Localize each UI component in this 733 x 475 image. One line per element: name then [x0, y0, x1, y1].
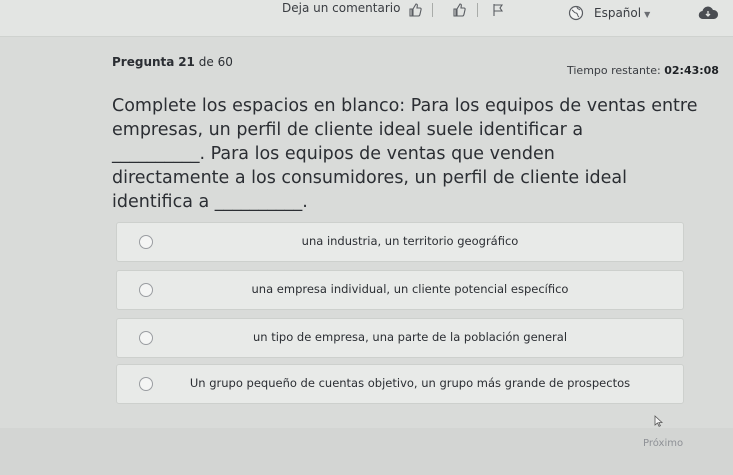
thumbs-up-icon[interactable]: [407, 2, 423, 18]
prompt-line: Complete los espacios en blanco: Para lo…: [112, 96, 698, 116]
flag-icon[interactable]: [490, 2, 506, 18]
answer-option-label: Un grupo pequeño de cuentas objetivo, un…: [189, 376, 631, 390]
chevron-down-icon: ▼: [644, 10, 651, 19]
thumbs-up-outline-icon[interactable]: [451, 2, 467, 18]
question-prompt: Complete los espacios en blanco: Para lo…: [112, 94, 702, 214]
question-prefix: Pregunta: [112, 55, 175, 69]
question-number: Pregunta 21 de 60: [112, 55, 233, 69]
toolbar-divider: [432, 3, 433, 17]
prompt-line: directamente a los consumidores, un perf…: [112, 168, 627, 188]
prompt-line: empresas, un perfil de cliente ideal sue…: [112, 120, 584, 140]
globe-icon[interactable]: [568, 5, 584, 21]
answer-option-label: una empresa individual, un cliente poten…: [251, 282, 569, 296]
answer-option-4[interactable]: Un grupo pequeño de cuentas objetivo, un…: [116, 364, 684, 404]
radio-button[interactable]: [139, 331, 153, 345]
question-current: 21: [178, 55, 195, 69]
answer-option-1[interactable]: una industria, un territorio geográfico: [116, 222, 684, 262]
timer-label: Tiempo restante:: [567, 64, 661, 77]
radio-button[interactable]: [139, 235, 153, 249]
answer-option-label: un tipo de empresa, una parte de la pobl…: [252, 330, 568, 344]
time-remaining: Tiempo restante: 02:43:08: [567, 64, 719, 77]
radio-button[interactable]: [139, 377, 153, 391]
mouse-cursor-icon: [654, 412, 664, 431]
top-toolbar: Deja un comentario Español ▼: [0, 0, 733, 37]
cloud-icon[interactable]: [697, 5, 719, 21]
timer-value: 02:43:08: [664, 64, 719, 77]
question-total: 60: [217, 55, 233, 69]
language-label: Español: [594, 6, 642, 20]
answer-option-3[interactable]: un tipo de empresa, una parte de la pobl…: [116, 318, 684, 358]
prompt-line: __________. Para los equipos de ventas q…: [112, 144, 555, 164]
answer-option-label: una industria, un territorio geográfico: [301, 234, 519, 248]
question-of: de: [198, 55, 214, 69]
footer-bar: [0, 428, 733, 475]
next-button[interactable]: Próximo: [643, 438, 683, 449]
language-selector[interactable]: Español ▼: [594, 6, 650, 20]
answer-option-2[interactable]: una empresa individual, un cliente poten…: [116, 270, 684, 310]
feedback-link[interactable]: Deja un comentario: [282, 1, 400, 15]
radio-button[interactable]: [139, 283, 153, 297]
prompt-line: identifica a __________.: [112, 192, 308, 212]
toolbar-divider: [477, 3, 478, 17]
